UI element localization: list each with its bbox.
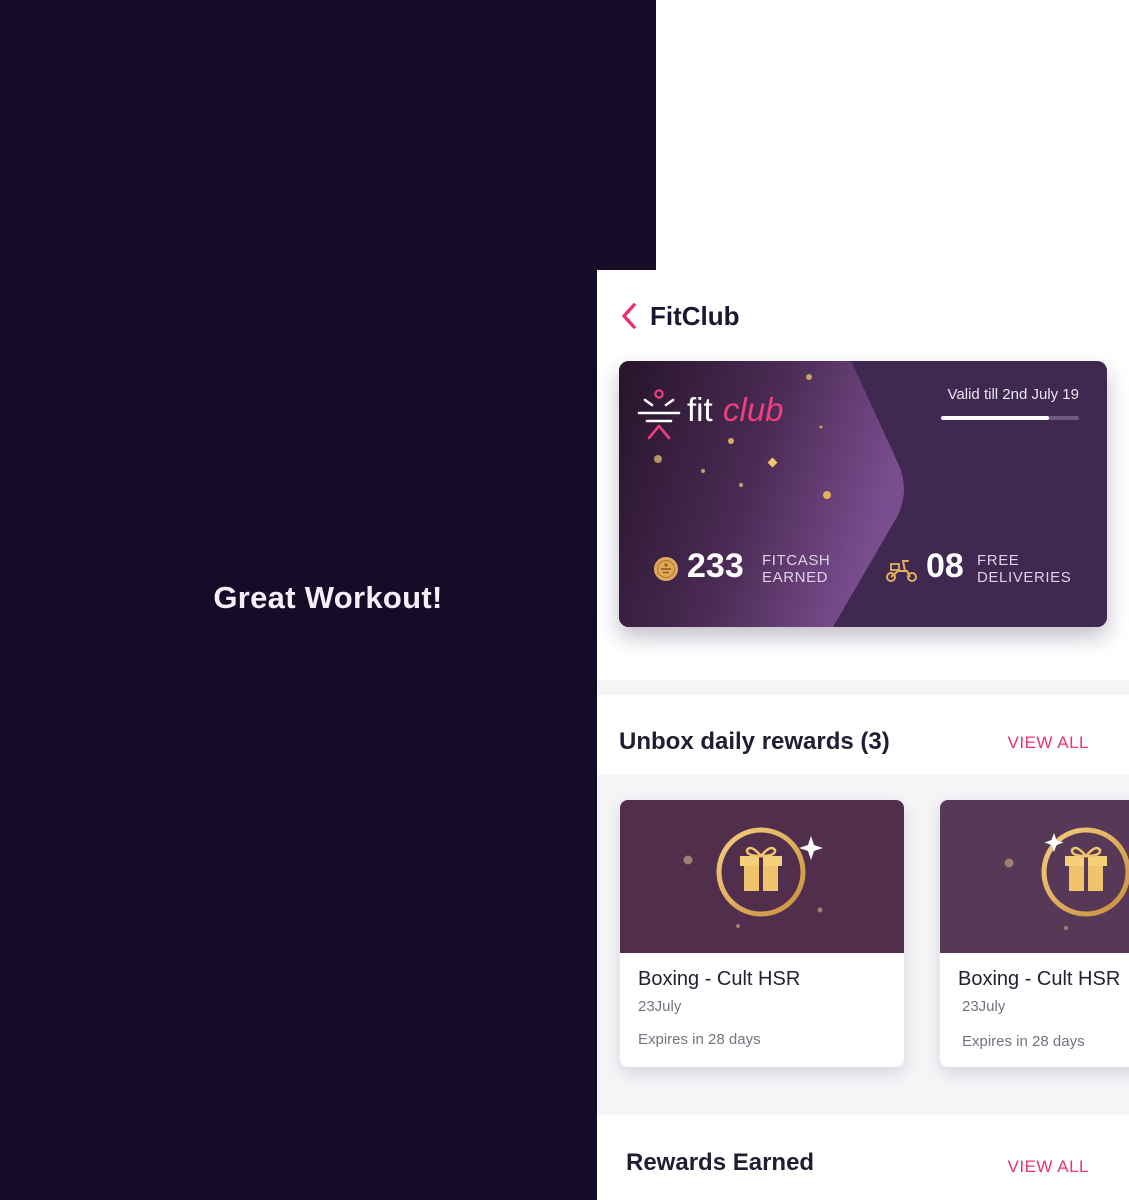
validity-progress-fill bbox=[941, 416, 1049, 420]
reward-date: 23July bbox=[638, 998, 682, 1015]
logo-club-text: club bbox=[723, 391, 784, 428]
great-workout-headline: Great Workout! bbox=[213, 580, 443, 615]
gift-icon bbox=[683, 827, 823, 928]
back-button[interactable] bbox=[617, 300, 643, 332]
reward-expiry: Expires in 28 days bbox=[962, 1033, 1085, 1050]
daily-rewards-title: Unbox daily rewards (3) bbox=[619, 728, 890, 755]
deliveries-label-2: DELIVERIES bbox=[977, 569, 1072, 586]
deliveries-value: 08 bbox=[926, 547, 964, 585]
cult-logo-icon bbox=[637, 389, 681, 440]
fitclub-screen: FitClub fit club Valid till 2nd July 19 … bbox=[597, 270, 1129, 1200]
fitcash-value: 233 bbox=[687, 547, 744, 585]
reward-date: 23July bbox=[962, 998, 1006, 1015]
gift-icon bbox=[1004, 827, 1129, 930]
daily-rewards-view-all-link[interactable]: VIEW ALL bbox=[1008, 733, 1089, 753]
logo-fit-text: fit bbox=[687, 391, 713, 428]
chevron-left-icon bbox=[622, 303, 636, 329]
validity-progress-bar bbox=[941, 416, 1079, 420]
reward-card-banner bbox=[620, 800, 904, 953]
reward-card[interactable]: Boxing - Cult HSR 23July Expires in 28 d… bbox=[940, 800, 1129, 1067]
fitclub-card[interactable]: fit club Valid till 2nd July 19 233 FITC… bbox=[619, 361, 1107, 627]
rewards-earned-view-all-link[interactable]: VIEW ALL bbox=[1008, 1157, 1089, 1177]
deliveries-label-1: FREE bbox=[977, 552, 1020, 569]
app-header: FitClub fit club Valid till 2nd July 19 … bbox=[597, 270, 1129, 680]
reward-card[interactable]: Boxing - Cult HSR 23July Expires in 28 d… bbox=[620, 800, 904, 1067]
reward-card-banner bbox=[940, 800, 1129, 953]
fitcash-label-2: EARNED bbox=[762, 569, 829, 586]
reward-title: Boxing - Cult HSR bbox=[958, 968, 1121, 990]
reward-title: Boxing - Cult HSR bbox=[638, 968, 801, 990]
workout-panel: Great Workout! bbox=[0, 0, 656, 1200]
daily-rewards-header: Unbox daily rewards (3) VIEW ALL bbox=[597, 695, 1129, 775]
reward-expiry: Expires in 28 days bbox=[638, 1031, 761, 1048]
rewards-earned-header: Rewards Earned VIEW ALL bbox=[597, 1115, 1129, 1200]
fitcash-label-1: FITCASH bbox=[762, 552, 831, 569]
scooter-icon bbox=[886, 560, 917, 582]
page-title: FitClub bbox=[650, 301, 740, 331]
coin-icon bbox=[654, 557, 678, 581]
validity-text: Valid till 2nd July 19 bbox=[947, 386, 1079, 403]
rewards-earned-title: Rewards Earned bbox=[626, 1149, 815, 1176]
